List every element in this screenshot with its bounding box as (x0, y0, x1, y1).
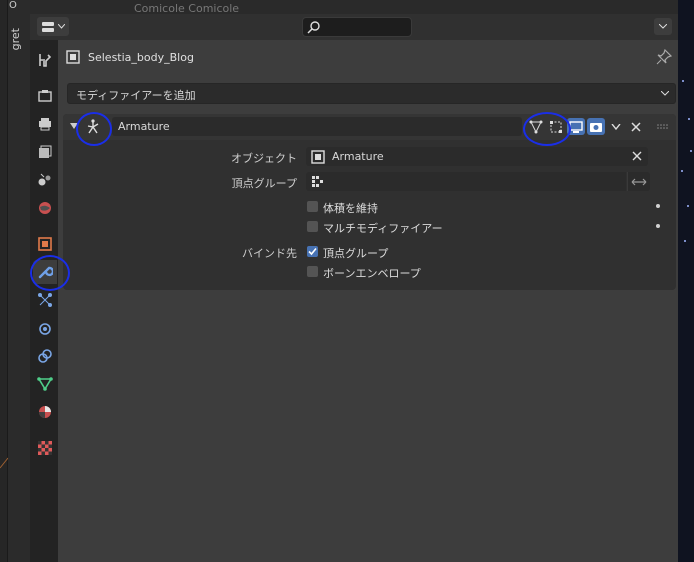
invert-vertex-group-toggle[interactable] (627, 172, 650, 191)
properties-editor-icon (42, 21, 54, 32)
close-icon (631, 121, 641, 132)
tab-view-layer[interactable] (33, 140, 57, 164)
animate-property-dot[interactable] (656, 204, 660, 208)
remove-modifier-button[interactable] (627, 118, 645, 135)
tab-constraints[interactable] (33, 344, 57, 368)
left-viewport-strip: O gret (0, 0, 31, 562)
output-printer-icon (39, 118, 51, 131)
clear-field-icon[interactable] (632, 151, 642, 161)
grip-icon (657, 123, 668, 129)
object-icon (38, 237, 52, 251)
tab-object[interactable] (33, 232, 57, 256)
world-icon (39, 202, 51, 214)
vertex-group-field[interactable] (306, 172, 626, 191)
tab-material[interactable] (33, 400, 57, 424)
tab-scene[interactable] (33, 168, 57, 192)
add-modifier-label: モディファイアーを追加 (76, 89, 196, 102)
drag-handle[interactable] (654, 118, 672, 135)
object-context-row: Selestia_body_Blog (66, 46, 666, 68)
physics-icon (39, 323, 51, 335)
chevron-down-icon (58, 24, 65, 29)
tab-texture[interactable] (33, 436, 57, 460)
multi-modifier-checkbox[interactable] (307, 221, 318, 232)
tool-icon (39, 54, 52, 67)
outliner-text: Comicole Comicole (134, 2, 240, 14)
invert-arrows-icon (631, 178, 647, 185)
tab-render[interactable] (33, 84, 57, 108)
tab-tool[interactable] (33, 48, 57, 72)
object-prop-label: オブジェクト (231, 152, 297, 165)
multi-modifier-label: マルチモディファイアー (323, 222, 443, 235)
object-icon (311, 150, 325, 164)
annotation-circle-armature-icon (76, 112, 112, 146)
render-toggle[interactable] (587, 118, 605, 135)
sidebar-vertical-tab[interactable]: gret (9, 28, 23, 50)
bind-bone-envelopes-label: ボーンエンベロープ (323, 267, 421, 280)
tab-object-data[interactable] (33, 372, 57, 396)
preserve-volume-label: 体積を維持 (323, 202, 378, 215)
camera-icon (590, 122, 602, 132)
render-camera-icon (38, 90, 52, 102)
tab-world[interactable] (33, 196, 57, 220)
view-layer-icon (39, 145, 52, 158)
mesh-data-icon (37, 377, 53, 391)
pin-icon[interactable] (656, 49, 672, 65)
chevron-down-icon (661, 91, 669, 96)
bind-vertex-groups-checkbox[interactable] (307, 246, 318, 257)
material-icon (39, 406, 51, 418)
search-input[interactable] (302, 17, 412, 37)
bind-bone-envelopes-checkbox[interactable] (307, 266, 318, 277)
object-name: Selestia_body_Blog (88, 50, 194, 64)
bind-vertex-groups-label: 頂点グループ (323, 247, 389, 260)
search-icon (307, 21, 320, 34)
armature-object-value: Armature (332, 150, 384, 163)
modifier-name-value: Armature (118, 120, 170, 133)
object-icon (66, 50, 80, 64)
strip-top-label: O (9, 0, 17, 11)
animate-property-dot[interactable] (656, 224, 660, 228)
outliner-remnant: Comicole Comicole (30, 0, 678, 14)
annotation-circle-modifier-tab (30, 255, 70, 291)
annotation-circle-mode-toggles (523, 112, 571, 146)
header-options-dropdown[interactable] (654, 18, 672, 35)
tab-physics[interactable] (33, 316, 57, 340)
tab-particles[interactable] (33, 288, 57, 312)
chevron-down-icon (611, 123, 621, 130)
vertex-group-prop-label: 頂点グループ (231, 177, 297, 190)
modifier-name-input[interactable]: Armature (112, 117, 522, 136)
editor-type-button[interactable] (37, 17, 69, 36)
texture-checker-icon (38, 441, 52, 455)
vertex-group-icon (312, 176, 323, 187)
viewport-line (0, 457, 8, 469)
scene-icon (38, 173, 51, 186)
sidebar-tab-strip (7, 0, 31, 562)
modifier-menu-dropdown[interactable] (607, 118, 625, 135)
tab-output[interactable] (33, 112, 57, 136)
particles-icon (38, 293, 52, 307)
monitor-icon (569, 120, 583, 133)
constraints-icon (38, 349, 52, 363)
chevron-down-icon (659, 24, 667, 29)
add-modifier-dropdown[interactable]: モディファイアーを追加 (67, 83, 676, 104)
checkmark-icon (308, 247, 317, 256)
bind-to-label: バインド先 (242, 247, 297, 260)
properties-tab-column (30, 40, 58, 562)
viewport-background (678, 0, 694, 562)
armature-object-field[interactable]: Armature (306, 147, 648, 166)
preserve-volume-checkbox[interactable] (307, 201, 318, 212)
